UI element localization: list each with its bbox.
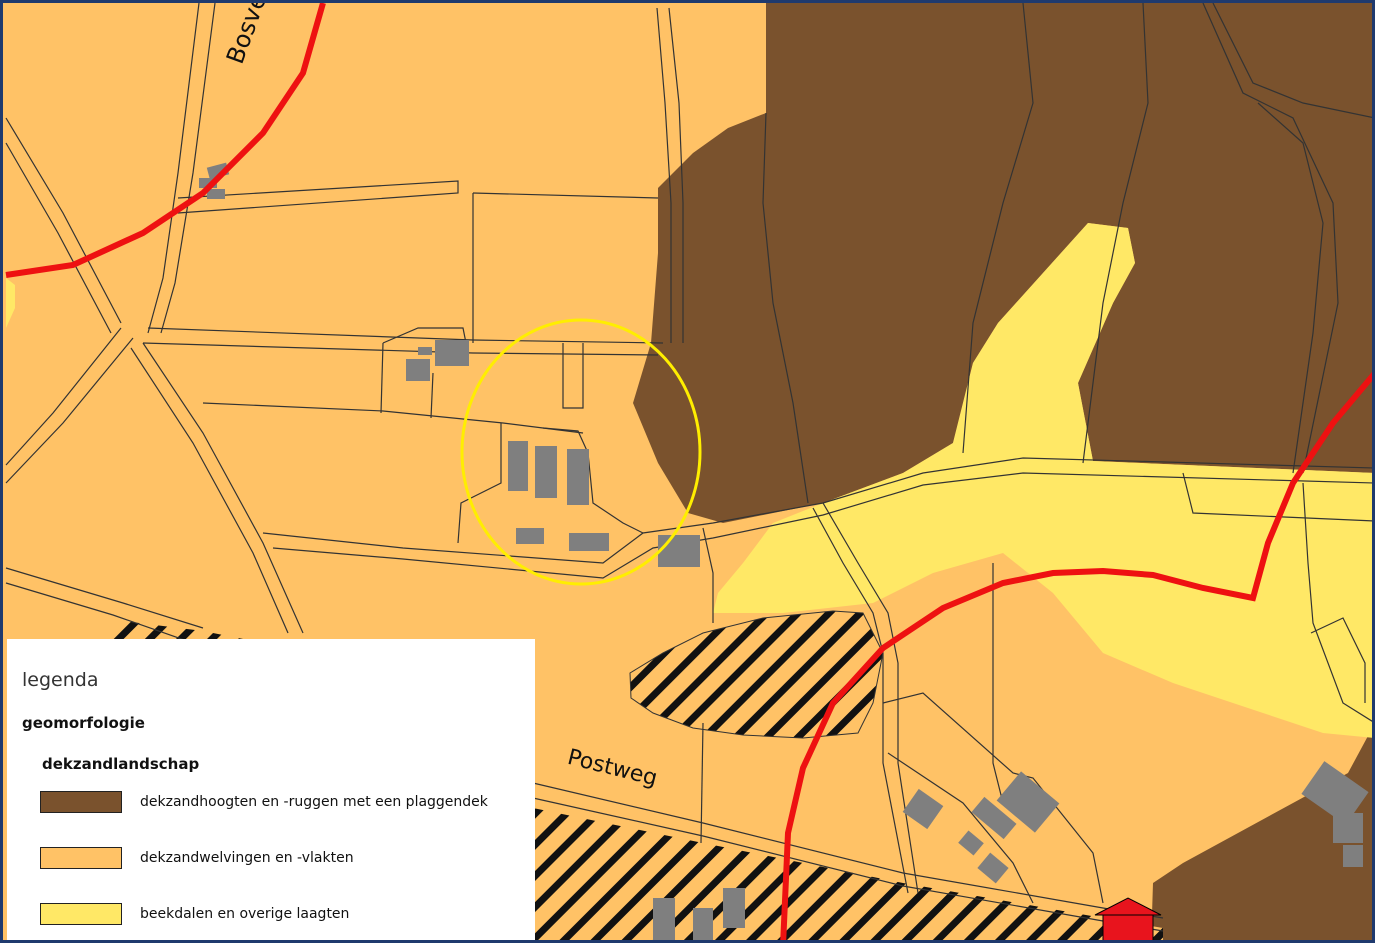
legend-item-dekzandwelvingen: dekzandwelvingen en -vlakten <box>40 847 530 871</box>
legend-item-dekzandhoogten: dekzandhoogten en -ruggen met een plagge… <box>40 791 530 815</box>
map-frame: Bosvenwe Postweg legenda geomorfologie d… <box>0 0 1375 943</box>
legend-item-label: beekdalen en overige laagten <box>140 906 350 922</box>
legend-title: legenda <box>22 669 99 691</box>
legend-item-beekdalen: beekdalen en overige laagten <box>40 903 530 927</box>
legend-item-label: dekzandhoogten en -ruggen met een plagge… <box>140 794 488 810</box>
legend-panel: legenda geomorfologie dekzandlandschap d… <box>7 639 535 940</box>
legend-section-title: geomorfologie <box>22 714 145 732</box>
legend-swatch <box>40 791 122 813</box>
legend-subsection-title: dekzandlandschap <box>42 755 200 773</box>
legend-item-label: dekzandwelvingen en -vlakten <box>140 850 354 866</box>
legend-swatch <box>40 847 122 869</box>
legend-swatch <box>40 903 122 925</box>
